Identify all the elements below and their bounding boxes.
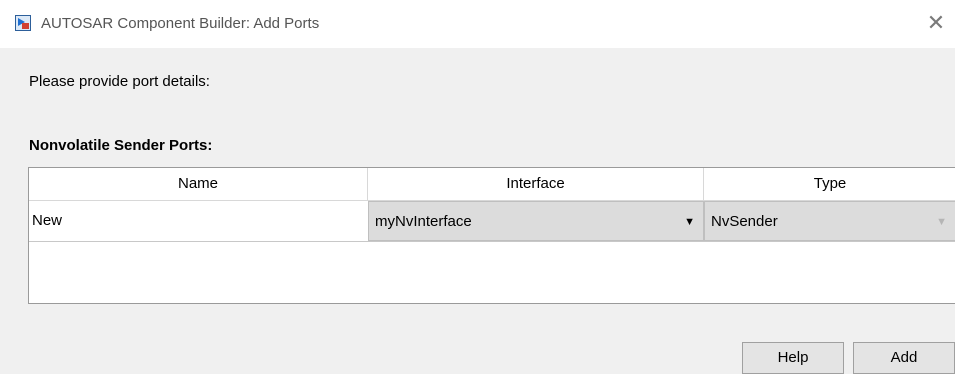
simulink-app-icon (15, 15, 31, 31)
section-label: Nonvolatile Sender Ports: (29, 137, 213, 154)
interface-value: myNvInterface (375, 213, 472, 230)
help-button[interactable]: Help (742, 342, 844, 374)
ports-table: Name Interface Type New myNvInterface ▼ … (28, 167, 955, 304)
prompt-text: Please provide port details: (29, 73, 210, 90)
column-header-name[interactable]: Name (29, 168, 368, 200)
type-value: NvSender (711, 213, 778, 230)
port-name-cell[interactable]: New (29, 201, 368, 241)
dropdown-arrow-icon[interactable]: ▼ (684, 202, 695, 242)
title-bar: AUTOSAR Component Builder: Add Ports ✕ (0, 0, 955, 49)
interface-dropdown[interactable]: myNvInterface ▼ (368, 201, 704, 241)
close-icon[interactable]: ✕ (925, 12, 947, 34)
dropdown-arrow-disabled-icon: ▼ (936, 216, 947, 228)
column-header-interface[interactable]: Interface (368, 168, 704, 200)
table-header: Name Interface Type (29, 168, 955, 201)
column-header-type[interactable]: Type (704, 168, 955, 200)
table-row[interactable]: New myNvInterface ▼ NvSender ▼ (29, 201, 955, 242)
add-button[interactable]: Add (853, 342, 955, 374)
window-title: AUTOSAR Component Builder: Add Ports (41, 15, 320, 32)
type-dropdown: NvSender ▼ (704, 201, 955, 241)
